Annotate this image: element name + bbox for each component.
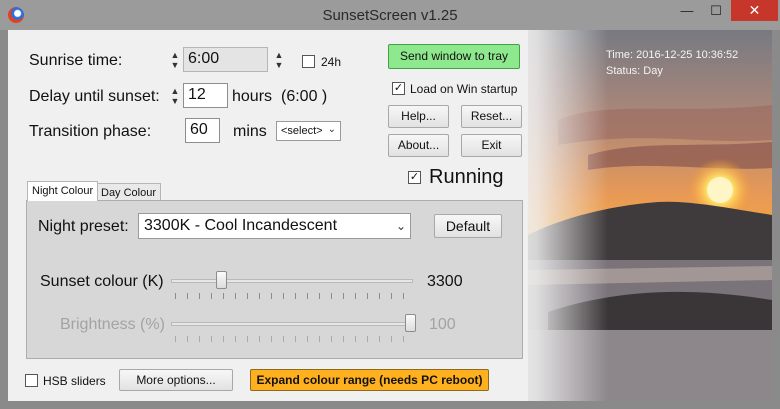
chevron-down-icon: ⌄ (327, 124, 336, 135)
sunset-colour-slider-thumb[interactable] (216, 271, 228, 289)
load-on-startup-checkbox[interactable]: ✓ (392, 82, 405, 95)
exit-button[interactable]: Exit (461, 134, 522, 157)
chevron-down-icon: ⌄ (395, 219, 406, 233)
reset-button[interactable]: Reset... (461, 105, 522, 128)
sunrise-minute-spinner[interactable]: ▲ ▼ (274, 50, 284, 72)
running-checkbox[interactable]: ✓ (408, 171, 421, 184)
brightness-label: Brightness (%) (60, 316, 165, 333)
client-area: Time: 2016-12-25 10:36:52 Status: Day Su… (8, 30, 772, 401)
window-title: SunsetScreen v1.25 (322, 7, 458, 24)
night-preset-select[interactable]: 3300K - Cool Incandescent ⌄ (138, 213, 411, 239)
expand-colour-range-button[interactable]: Expand colour range (needs PC reboot) (250, 369, 489, 391)
label-24h: 24h (321, 55, 342, 69)
transition-unit-label: mins (233, 123, 267, 140)
sunset-colour-ticks (175, 293, 413, 299)
tab-night-colour[interactable]: Night Colour (27, 181, 99, 201)
transition-phase-label: Transition phase: (29, 123, 152, 140)
transition-select-value: <select> (281, 125, 323, 137)
sunrise-time-label: Sunrise time: (29, 52, 123, 69)
help-button[interactable]: Help... (388, 105, 449, 128)
tab-day-colour[interactable]: Day Colour (96, 183, 162, 201)
delay-spinner[interactable]: ▲ ▼ (170, 86, 180, 108)
checkbox-24h[interactable] (302, 55, 315, 68)
current-time-label: Time: 2016-12-25 10:36:52 (606, 49, 739, 61)
send-to-tray-button[interactable]: Send window to tray (388, 44, 520, 69)
maximize-button[interactable]: ☐ (703, 0, 729, 21)
delay-unit-label: hours (232, 88, 273, 105)
delay-hours-field[interactable]: 12 (183, 83, 228, 108)
brightness-ticks (175, 336, 413, 342)
status-label: Status: Day (606, 65, 663, 77)
brightness-track[interactable] (171, 322, 413, 326)
hsb-sliders-label: HSB sliders (43, 374, 106, 388)
transition-minutes-field[interactable]: 60 (185, 118, 220, 143)
brightness-slider-thumb[interactable] (405, 314, 416, 332)
sunset-colour-label: Sunset colour (K) (40, 273, 164, 290)
transition-select[interactable]: <select> ⌄ (276, 121, 341, 141)
night-preset-value: 3300K - Cool Incandescent (144, 217, 338, 234)
brightness-value: 100 (429, 316, 456, 333)
default-preset-button[interactable]: Default (434, 214, 502, 238)
title-bar[interactable]: SunsetScreen v1.25 — ☐ ✕ (0, 0, 780, 30)
hsb-sliders-checkbox[interactable] (25, 374, 38, 387)
more-options-button[interactable]: More options... (119, 369, 233, 391)
minimize-button[interactable]: — (673, 0, 701, 21)
load-on-startup-label: Load on Win startup (410, 82, 518, 96)
night-preset-label: Night preset: (38, 218, 129, 235)
running-label: Running (429, 166, 504, 188)
sunset-colour-value: 3300 (427, 273, 463, 290)
delay-until-sunset-label: Delay until sunset: (29, 88, 160, 105)
sunrise-time-field[interactable]: 6:00 (183, 47, 268, 72)
close-button[interactable]: ✕ (731, 0, 778, 21)
sunrise-hour-spinner[interactable]: ▲ ▼ (170, 50, 180, 72)
night-colour-panel: Night preset: 3300K - Cool Incandescent … (26, 200, 523, 359)
sunset-colour-track[interactable] (171, 279, 413, 283)
about-button[interactable]: About... (388, 134, 449, 157)
sunset-clock-label: (6:00 ) (281, 88, 328, 105)
